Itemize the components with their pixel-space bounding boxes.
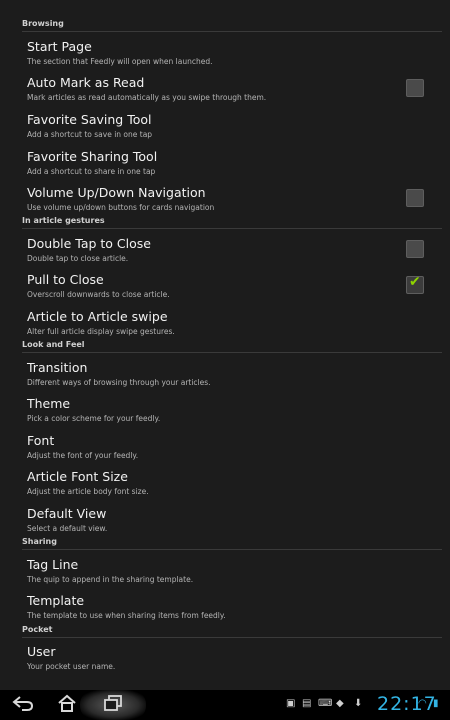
pref-summary: The quip to append in the sharing templa…: [27, 575, 194, 584]
pref-summary: Add a shortcut to share in one tap: [27, 167, 156, 176]
wifi-icon: ◠: [418, 698, 427, 709]
notification-icon[interactable]: ▣: [286, 698, 295, 709]
pref-double-tap-to-close[interactable]: Double Tap to Close Double tap to close …: [0, 234, 450, 268]
pref-title: Volume Up/Down Navigation: [27, 185, 206, 200]
pref-article-font-size[interactable]: Article Font Size Adjust the article bod…: [0, 467, 450, 501]
pull-to-close-checkbox[interactable]: ✔: [406, 274, 424, 294]
section-header-look-and-feel: Look and Feel: [22, 340, 442, 353]
pref-title: Double Tap to Close: [27, 236, 151, 251]
pref-pull-to-close[interactable]: Pull to Close Overscroll downwards to cl…: [0, 270, 450, 304]
section-header-pocket: Pocket: [22, 625, 442, 638]
pocket-icon[interactable]: ◆: [336, 698, 344, 709]
pref-favorite-saving-tool[interactable]: Favorite Saving Tool Add a shortcut to s…: [0, 110, 450, 144]
section-header-sharing: Sharing: [22, 537, 442, 550]
pref-summary: Your pocket user name.: [27, 662, 116, 671]
pref-title: Pull to Close: [27, 272, 104, 287]
pref-summary: Alter full article display swipe gesture…: [27, 327, 175, 336]
pref-summary: Double tap to close article.: [27, 254, 129, 263]
pref-font[interactable]: Font Adjust the font of your feedly.: [0, 431, 450, 465]
pref-title: Article to Article swipe: [27, 309, 168, 324]
pref-default-view[interactable]: Default View Select a default view.: [0, 504, 450, 538]
pref-summary: Select a default view.: [27, 524, 108, 533]
system-navigation-bar: ▣ ▤ ⌨ ◆ ⬇ 22:17 ◠ ▮: [0, 690, 450, 720]
pref-transition[interactable]: Transition Different ways of browsing th…: [0, 358, 450, 392]
checkmark-icon: ✔: [409, 274, 421, 290]
pref-title: Start Page: [27, 39, 92, 54]
pref-template[interactable]: Template The template to use when sharin…: [0, 591, 450, 625]
auto-mark-as-read-checkbox[interactable]: [406, 79, 424, 97]
pref-title: Auto Mark as Read: [27, 75, 145, 90]
pref-summary: The template to use when sharing items f…: [27, 611, 226, 620]
pref-summary: Add a shortcut to save in one tap: [27, 130, 153, 139]
pref-favorite-sharing-tool[interactable]: Favorite Sharing Tool Add a shortcut to …: [0, 147, 450, 181]
pref-title: Tag Line: [27, 557, 79, 572]
pref-summary: Adjust the article body font size.: [27, 487, 149, 496]
pref-title: Transition: [27, 360, 88, 375]
section-header-browsing: Browsing: [22, 19, 442, 32]
pref-article-to-article-swipe[interactable]: Article to Article swipe Alter full arti…: [0, 307, 450, 341]
pref-summary: Mark articles as read automatically as y…: [27, 93, 267, 102]
pref-title: Font: [27, 433, 55, 448]
pref-summary: Different ways of browsing through your …: [27, 378, 211, 387]
settings-screen: Browsing Start Page The section that Fee…: [0, 0, 450, 690]
pref-user[interactable]: User Your pocket user name.: [0, 642, 450, 676]
home-icon[interactable]: [52, 694, 82, 716]
download-icon[interactable]: ⬇: [354, 698, 362, 709]
section-header-in-article-gestures: In article gestures: [22, 216, 442, 229]
gallery-icon[interactable]: ▤: [302, 698, 311, 709]
pref-tag-line[interactable]: Tag Line The quip to append in the shari…: [0, 555, 450, 589]
pref-volume-navigation[interactable]: Volume Up/Down Navigation Use volume up/…: [0, 183, 450, 217]
recent-apps-icon[interactable]: [98, 694, 128, 716]
pref-start-page[interactable]: Start Page The section that Feedly will …: [0, 37, 450, 71]
battery-icon: ▮: [433, 698, 439, 709]
keyboard-icon[interactable]: ⌨: [318, 698, 332, 709]
pref-auto-mark-as-read[interactable]: Auto Mark as Read Mark articles as read …: [0, 73, 450, 107]
pref-summary: Adjust the font of your feedly.: [27, 451, 139, 460]
double-tap-to-close-checkbox[interactable]: [406, 240, 424, 258]
pref-title: Default View: [27, 506, 107, 521]
pref-title: Favorite Saving Tool: [27, 112, 152, 127]
back-icon[interactable]: [8, 694, 38, 716]
pref-summary: Use volume up/down buttons for cards nav…: [27, 203, 215, 212]
pref-title: User: [27, 644, 56, 659]
pref-title: Template: [27, 593, 85, 608]
pref-summary: Overscroll downwards to close article.: [27, 290, 170, 299]
pref-theme[interactable]: Theme Pick a color scheme for your feedl…: [0, 394, 450, 428]
pref-title: Article Font Size: [27, 469, 128, 484]
pref-title: Favorite Sharing Tool: [27, 149, 158, 164]
pref-summary: The section that Feedly will open when l…: [27, 57, 213, 66]
pref-summary: Pick a color scheme for your feedly.: [27, 414, 161, 423]
status-clock: 22:17: [377, 693, 437, 715]
pref-title: Theme: [27, 396, 71, 411]
volume-navigation-checkbox[interactable]: [406, 189, 424, 207]
